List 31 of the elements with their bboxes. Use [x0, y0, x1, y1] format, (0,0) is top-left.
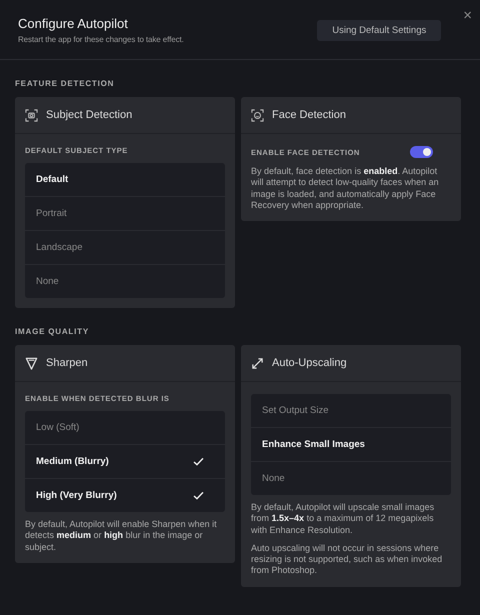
triangle-icon [25, 356, 38, 370]
description-text: By default, Autopilot will upscale small images from 1.5x–4x to a maximum of 12 megapixels with Enhance Resolution. [251, 502, 436, 536]
description-text: By default, Autopilot will enable Sharpen when it detects medium or high blur in the image or subject. [25, 519, 218, 553]
list-option[interactable]: None [25, 264, 225, 298]
card-title: Auto-Upscaling [272, 357, 347, 369]
close-button[interactable]: × [463, 8, 472, 23]
list-option[interactable]: Landscape [25, 230, 225, 264]
checkmark-icon [193, 491, 204, 500]
list-option[interactable]: Set Output Size [251, 394, 451, 427]
list-option[interactable]: Enhance Small Images [251, 427, 451, 461]
dialog-subtitle: Restart the app for these changes to take effect. [18, 35, 185, 44]
checkbox-option[interactable]: High (Very Blurry) [25, 478, 225, 512]
default-settings-button[interactable]: Using Default Settings [317, 20, 442, 41]
list-option[interactable]: Portrait [25, 196, 225, 230]
description-text: Auto upscaling will not occur in sessions where resizing is not supported, such as when invoked from Photoshop. [251, 542, 444, 577]
diagonal-arrow-icon [251, 356, 264, 370]
card-title: Sharpen [46, 357, 88, 369]
section-heading: FEATURE DETECTION [15, 79, 116, 88]
card-title: Subject Detection [46, 109, 132, 121]
checkmark-icon [193, 457, 204, 466]
section-heading: IMAGE QUALITY [15, 327, 90, 336]
list-option[interactable]: Default [25, 163, 225, 196]
camera-frame-icon [25, 108, 38, 122]
list-option[interactable]: None [251, 461, 451, 495]
card-title: Face Detection [272, 109, 346, 121]
face-frame-icon [251, 108, 264, 122]
checkbox-option[interactable]: Low (Soft) [25, 411, 225, 444]
toggle-switch[interactable] [410, 146, 433, 158]
description-text: By default, face detection is enabled. Autopilot will attempt to detect low-quality faces when an image is loaded, and automatically apply Face Recovery when appropriate. [251, 166, 440, 212]
checkbox-option[interactable]: Medium (Blurry) [25, 444, 225, 478]
dialog-title: Configure Autopilot [18, 16, 129, 31]
